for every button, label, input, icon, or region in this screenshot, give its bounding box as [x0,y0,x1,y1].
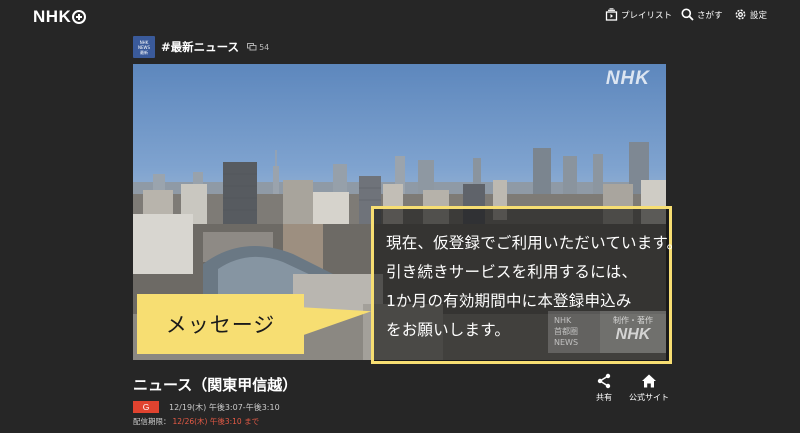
channel-name[interactable]: #最新ニュース [161,39,239,55]
share-button[interactable]: 共有 [596,373,612,403]
channel-row: NHK NEWS 最新 #最新ニュース 54 [133,36,269,58]
news-corner-logo-line: NHK [554,316,572,325]
airing-info: G 12/19(木) 午後3:07-午後3:10 [133,401,280,413]
production-credit-label: 制作・著作 [613,316,653,325]
share-label: 共有 [596,393,612,402]
playlist-button[interactable]: プレイリスト [605,8,672,21]
channel-badge: G [133,401,159,413]
gear-icon [735,9,746,20]
playlist-icon [605,8,618,21]
plus-circle-icon [72,10,87,24]
news-corner-logo: NHK 首都圏 NEWS [548,311,600,353]
production-credit-nhk: NHK [615,326,651,343]
program-title: ニュース（関東甲信越） [133,376,298,394]
message-box: 現在、仮登録でご利用いただいています。 引き続きサービスを利用するには、 1か月… [371,206,683,364]
share-icon [597,373,611,389]
logo-text: NHK [33,7,72,26]
official-site-label: 公式サイト [629,393,669,402]
nhk-watermark: NHK [605,68,650,89]
playlist-label: プレイリスト [621,10,673,21]
deadline-value: 12/26(木) 午後3:10 まで [172,417,260,426]
settings-button[interactable]: 設定 [734,8,767,21]
official-site-button[interactable]: 公式サイト [629,373,669,403]
settings-label: 設定 [750,10,768,21]
channel-thumbnail[interactable]: NHK NEWS 最新 [133,36,155,58]
production-credit-logo: 制作・著作 NHK [600,311,666,353]
nhk-plus-logo[interactable]: NHK [33,7,87,27]
air-time: 12/19(木) 午後3:07-午後3:10 [169,402,280,412]
message-line: 引き続きサービスを利用するには、 [386,263,638,281]
thumb-line: 最新 [140,49,148,55]
header-bar: NHK プレイリスト さがす 設定 [0,0,800,32]
comment-icon [247,43,257,51]
search-icon [681,8,694,21]
deadline-label: 配信期限： [133,417,171,426]
comment-count-value: 54 [259,42,270,52]
message-callout-label: メッセージ [137,294,304,354]
home-icon [642,374,656,388]
delivery-deadline: 配信期限： 12/26(木) 午後3:10 まで [133,416,259,427]
message-line: 現在、仮登録でご利用いただいています。 [386,234,683,252]
news-corner-logo-line: 首都圏 [554,327,578,336]
comment-count: 54 [247,43,269,52]
search-button[interactable]: さがす [681,8,723,21]
news-corner-logo-line: NEWS [554,338,579,347]
search-label: さがす [697,10,723,21]
